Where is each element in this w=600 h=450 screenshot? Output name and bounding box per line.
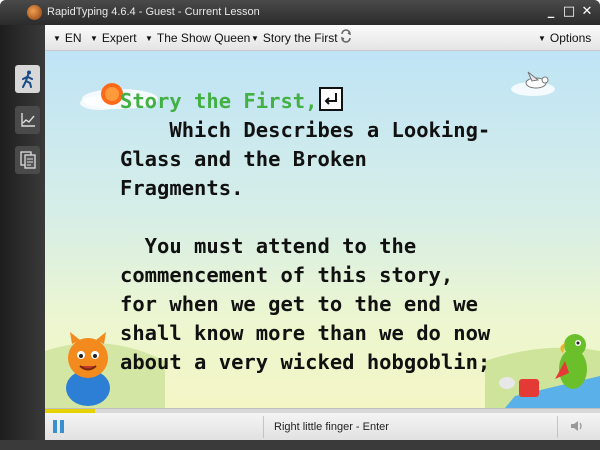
- progress-bar: [45, 409, 600, 413]
- sidebar: [0, 25, 45, 450]
- lesson-line: about a very wicked hobgoblin;: [120, 350, 491, 374]
- sidebar-item-statistics[interactable]: [15, 106, 40, 134]
- lesson-dropdown[interactable]: ▼ Story the First: [251, 31, 338, 45]
- divider: [263, 416, 264, 438]
- typed-text: Story the First,: [120, 89, 318, 113]
- sidebar-item-lesson[interactable]: [15, 65, 40, 93]
- refresh-icon: [341, 29, 351, 43]
- speaker-icon: [571, 421, 582, 431]
- chart-icon: [20, 113, 35, 127]
- language-dropdown[interactable]: ▼ EN: [53, 31, 82, 45]
- status-bar: Right little finger - Enter: [45, 408, 600, 441]
- lesson-line: Glass and the Broken: [120, 147, 367, 171]
- refresh-lesson-button[interactable]: [340, 29, 352, 46]
- maximize-button[interactable]: □: [560, 3, 578, 21]
- divider: [557, 416, 558, 438]
- caret-down-icon: ▼: [53, 34, 61, 43]
- pause-icon: [53, 420, 57, 433]
- lesson-area[interactable]: Story the First, Which Describes a Looki…: [45, 51, 600, 408]
- app-logo-icon: [27, 5, 42, 20]
- caret-down-icon: ▼: [90, 34, 98, 43]
- window-bottom-border: [0, 440, 600, 450]
- caret-down-icon: ▼: [145, 34, 153, 43]
- lesson-line: shall know more than we do now: [120, 321, 491, 345]
- finger-hint: Right little finger - Enter: [274, 421, 389, 433]
- minimize-button[interactable]: _: [542, 3, 560, 21]
- toolbar: ▼ EN ▼ Expert ▼ The Show Queen ▼ Story the F…: [45, 25, 600, 51]
- caret-down-icon: ▼: [251, 34, 259, 43]
- window-title: RapidTyping 4.6.4 - Guest - Current Less…: [47, 6, 260, 18]
- progress-fill: [45, 409, 95, 413]
- course-dropdown[interactable]: ▼ The Show Queen: [145, 31, 250, 45]
- lesson-line: Which Describes a Looking-: [120, 118, 491, 142]
- lesson-text: Story the First, Which Describes a Looki…: [120, 87, 580, 377]
- caret-down-icon: ▼: [538, 34, 546, 43]
- app-window: RapidTyping 4.6.4 - Guest - Current Less…: [0, 0, 600, 450]
- lesson-line: for when we get to the end we: [120, 292, 478, 316]
- lesson-line: You must attend to the: [120, 234, 417, 258]
- sound-button[interactable]: [570, 419, 584, 436]
- lesson-line: commencement of this story,: [120, 263, 454, 287]
- enter-key-icon: [319, 87, 344, 111]
- close-button[interactable]: ✕: [578, 3, 596, 21]
- sidebar-item-editor[interactable]: [15, 146, 40, 174]
- level-dropdown[interactable]: ▼ Expert: [90, 31, 137, 45]
- cat-mascot-icon: [66, 332, 110, 406]
- pause-button[interactable]: [53, 420, 65, 433]
- lesson-line: Fragments.: [120, 176, 244, 200]
- documents-icon: [19, 151, 36, 169]
- title-bar[interactable]: RapidTyping 4.6.4 - Guest - Current Less…: [0, 0, 600, 25]
- options-dropdown[interactable]: ▼ Options: [538, 31, 591, 45]
- running-man-icon: [21, 70, 33, 88]
